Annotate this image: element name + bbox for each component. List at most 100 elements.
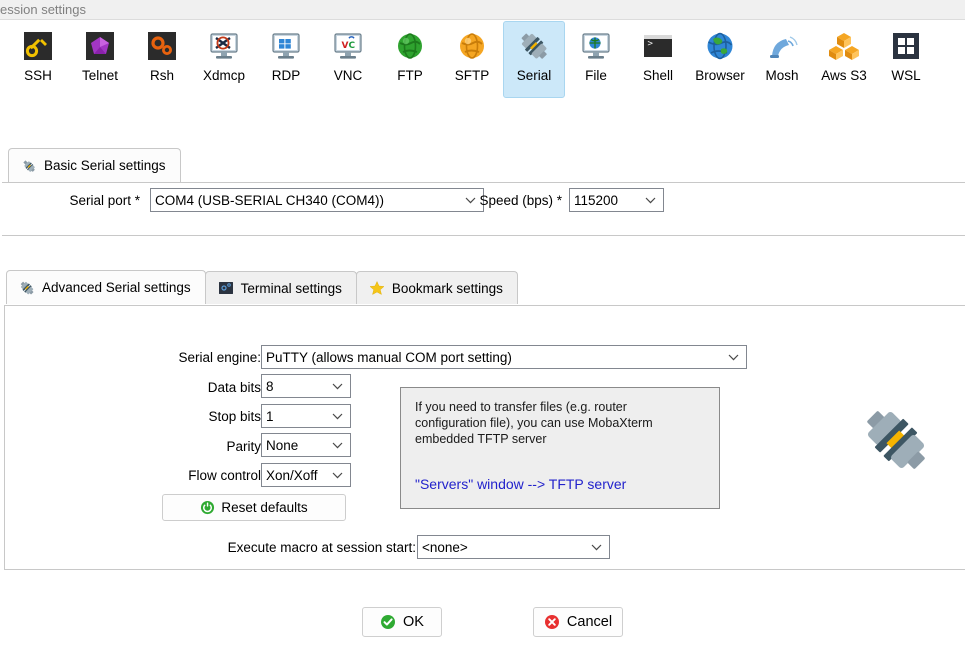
session-type-label: Rsh	[149, 68, 174, 83]
serial-port-value: COM4 (USB-SERIAL CH340 (COM4))	[155, 192, 385, 208]
reset-defaults-button[interactable]: Reset defaults	[162, 494, 346, 521]
star-icon	[369, 280, 385, 296]
flow-control-select[interactable]: Xon/Xoff	[261, 463, 351, 487]
flow-control-value: Xon/Xoff	[266, 467, 318, 483]
chevron-down-icon	[725, 346, 741, 368]
session-type-file[interactable]: File	[565, 21, 627, 98]
execute-macro-value: <none>	[422, 539, 468, 555]
reset-power-icon	[200, 500, 215, 515]
window-titlebar: ession settings	[0, 0, 965, 20]
data-bits-label: Data bits	[207, 380, 261, 395]
session-type-label: Shell	[642, 68, 674, 83]
tab-label: Advanced Serial settings	[42, 280, 191, 295]
svg-text:C: C	[349, 41, 356, 51]
session-type-shell[interactable]: > Shell	[627, 21, 689, 98]
session-type-ftp[interactable]: FTP	[379, 21, 441, 98]
session-type-label: Xdmcp	[202, 68, 246, 83]
chevron-down-icon	[329, 405, 345, 427]
session-type-rsh[interactable]: Rsh	[131, 21, 193, 98]
window-title: ession settings	[0, 2, 86, 17]
tftp-hint-box: If you need to transfer files (e.g. rout…	[400, 387, 720, 509]
flow-control-label: Flow control	[188, 468, 261, 483]
session-type-xdmcp[interactable]: Xdmcp	[193, 21, 255, 98]
session-type-label: FTP	[397, 68, 423, 83]
session-type-toolbar: SSH Telnet Rsh Xdmcp RDP V C VNC FTP SFTP Serial Fi…	[0, 21, 965, 131]
serial-plug-icon	[518, 30, 550, 62]
data-bits-value: 8	[266, 378, 274, 394]
ssh-key-icon	[22, 30, 54, 62]
session-type-label: RDP	[271, 68, 301, 83]
chevron-down-icon	[329, 434, 345, 456]
basic-serial-settings-panel: Serial port * COM4 (USB-SERIAL CH340 (CO…	[2, 182, 965, 236]
parity-label: Parity	[226, 439, 261, 454]
chevron-down-icon	[329, 375, 345, 397]
basic-settings-tabstrip: Basic Serial settings	[8, 148, 181, 182]
cancel-button[interactable]: Cancel	[533, 607, 623, 637]
tab-basic-serial-settings[interactable]: Basic Serial settings	[8, 148, 181, 182]
tab-basic-serial-settings-label: Basic Serial settings	[44, 158, 166, 173]
chevron-down-icon	[588, 536, 604, 558]
session-type-label: Telnet	[81, 68, 119, 83]
stop-bits-value: 1	[266, 408, 274, 424]
browser-globe-icon	[704, 30, 736, 62]
session-type-label: Aws S3	[821, 68, 867, 83]
session-type-browser[interactable]: Browser	[689, 21, 751, 98]
session-type-vnc[interactable]: V C VNC	[317, 21, 379, 98]
stop-bits-select[interactable]: 1	[261, 404, 351, 428]
session-type-aws-s3[interactable]: Aws S3	[813, 21, 875, 98]
session-type-label: Mosh	[765, 68, 799, 83]
speed-label: Speed (bps) *	[479, 193, 562, 208]
session-type-serial[interactable]: Serial	[503, 21, 565, 98]
session-type-label: File	[585, 68, 607, 83]
speed-value: 115200	[574, 192, 619, 208]
data-bits-select[interactable]: 8	[261, 374, 351, 398]
chevron-down-icon	[642, 189, 658, 211]
reset-defaults-label: Reset defaults	[221, 500, 308, 515]
mosh-satellite-icon	[766, 30, 798, 62]
advanced-settings-tabstrip: Advanced Serial settings Terminal setting…	[6, 270, 518, 304]
execute-macro-select[interactable]: <none>	[417, 535, 610, 559]
session-type-label: Browser	[695, 68, 745, 83]
file-globe-monitor-icon	[580, 30, 612, 62]
session-type-ssh[interactable]: SSH	[7, 21, 69, 98]
ok-button[interactable]: OK	[362, 607, 442, 637]
svg-text:>: >	[648, 39, 654, 49]
serial-port-label: Serial port *	[69, 193, 140, 208]
aws-s3-cubes-icon	[828, 30, 860, 62]
tftp-server-link[interactable]: "Servers" window --> TFTP server	[415, 476, 626, 492]
speed-select[interactable]: 115200	[569, 188, 664, 212]
session-type-mosh[interactable]: Mosh	[751, 21, 813, 98]
execute-macro-label: Execute macro at session start:	[227, 540, 416, 555]
tftp-hint-text: If you need to transfer files (e.g. rout…	[415, 400, 653, 446]
tab-advanced-serial-settings[interactable]: Advanced Serial settings	[6, 270, 206, 304]
rdp-windows-monitor-icon	[270, 30, 302, 62]
serial-engine-select[interactable]: PuTTY (allows manual COM port setting)	[261, 345, 747, 369]
check-circle-green-icon	[380, 614, 396, 630]
session-type-wsl[interactable]: WSL	[875, 21, 937, 98]
rsh-gears-icon	[146, 30, 178, 62]
cancel-button-label: Cancel	[566, 614, 613, 630]
parity-value: None	[266, 437, 299, 453]
ok-button-label: OK	[403, 614, 424, 630]
terminal-settings-icon	[218, 280, 234, 296]
xdmcp-monitor-icon	[208, 30, 240, 62]
stop-bits-label: Stop bits	[208, 409, 261, 424]
parity-select[interactable]: None	[261, 433, 351, 457]
sftp-orange-globe-icon	[456, 30, 488, 62]
chevron-down-icon	[329, 464, 345, 486]
serial-plug-large-icon	[860, 404, 932, 476]
session-type-label: SSH	[24, 68, 52, 83]
telnet-gem-icon	[84, 30, 116, 62]
serial-engine-label: Serial engine:	[178, 350, 261, 365]
session-type-rdp[interactable]: RDP	[255, 21, 317, 98]
tab-label: Bookmark settings	[391, 280, 503, 296]
tab-bookmark-settings[interactable]: Bookmark settings	[355, 271, 518, 304]
session-type-label: VNC	[333, 68, 363, 83]
session-type-sftp[interactable]: SFTP	[441, 21, 503, 98]
serial-plug-icon	[19, 280, 35, 296]
x-circle-red-icon	[544, 614, 560, 630]
session-type-telnet[interactable]: Telnet	[69, 21, 131, 98]
wsl-windows-icon	[890, 30, 922, 62]
svg-text:V: V	[342, 41, 349, 51]
tab-terminal-settings[interactable]: Terminal settings	[204, 271, 357, 304]
